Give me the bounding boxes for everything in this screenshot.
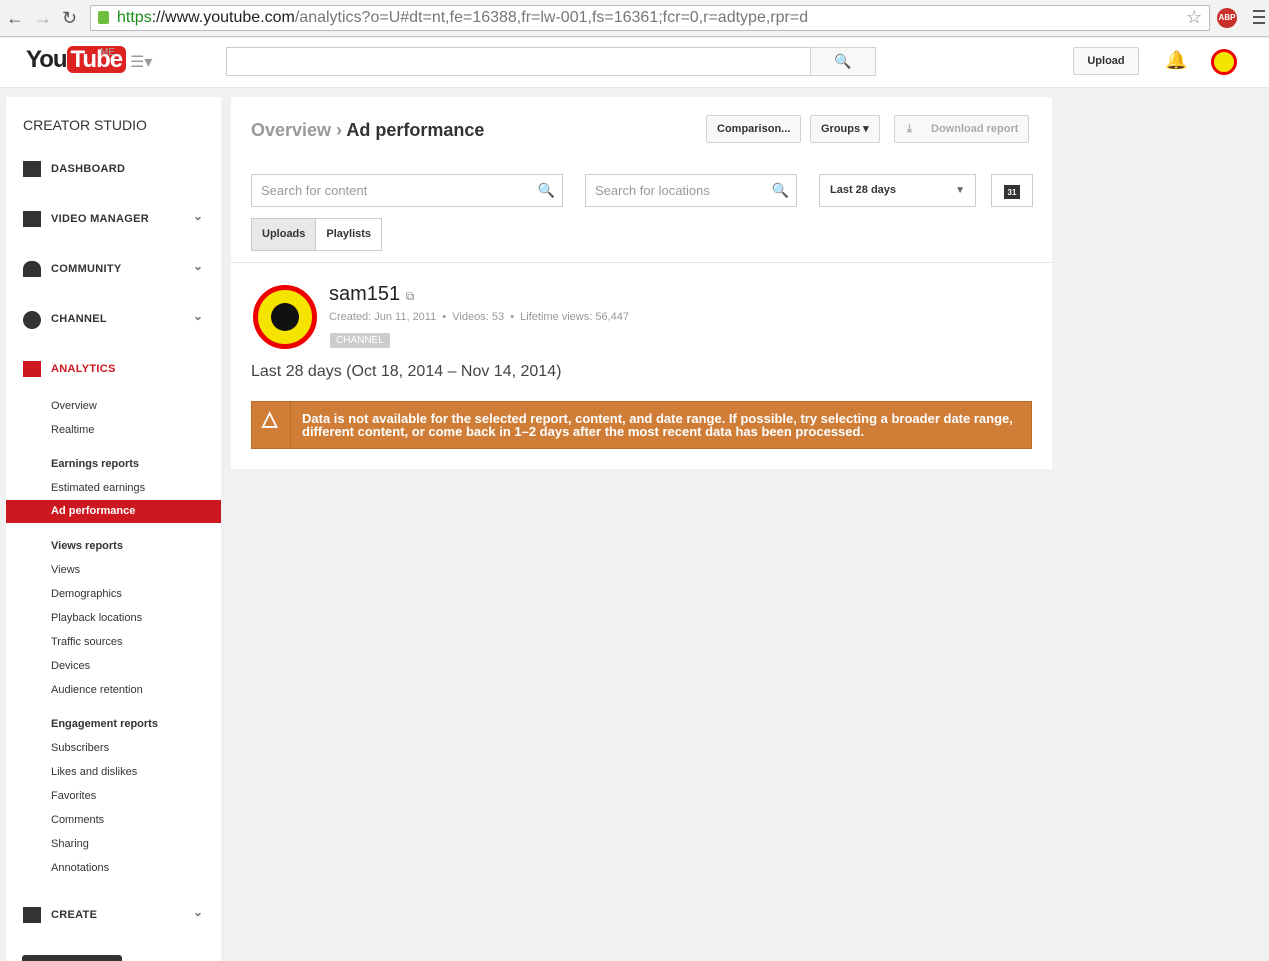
search-content-input[interactable]: Search for content 🔍 bbox=[251, 174, 563, 207]
sidebar-item-realtime[interactable]: Realtime bbox=[6, 419, 221, 441]
creator-studio-title: CREATOR STUDIO bbox=[23, 117, 147, 133]
sidebar-video-manager[interactable]: VIDEO MANAGER ⌄ bbox=[6, 204, 221, 234]
sidebar-item-annotations[interactable]: Annotations bbox=[6, 857, 221, 879]
download-icon: ⤓ bbox=[907, 123, 912, 135]
content-type-tabs: Uploads Playlists bbox=[251, 218, 383, 251]
adblock-icon[interactable]: ABP bbox=[1217, 8, 1237, 28]
chevron-down-icon[interactable]: ⌄ bbox=[193, 905, 203, 919]
video-camera-icon bbox=[23, 907, 41, 923]
sidebar-item-comments[interactable]: Comments bbox=[6, 809, 221, 831]
date-range-label: Last 28 days (Oct 18, 2014 – Nov 14, 201… bbox=[251, 363, 562, 380]
tab-uploads[interactable]: Uploads bbox=[252, 219, 317, 250]
dropdown-arrow-icon: ▼ bbox=[955, 185, 965, 196]
download-report-button[interactable]: ⤓ Download report bbox=[894, 115, 1030, 143]
sidebar-item-engagement-reports[interactable]: Engagement reports bbox=[6, 713, 221, 735]
sidebar: CREATOR STUDIO DASHBOARD VIDEO MANAGER ⌄ … bbox=[6, 97, 221, 961]
guide-menu-icon[interactable]: ☰▾ bbox=[130, 52, 152, 72]
sidebar-item-devices[interactable]: Devices bbox=[6, 655, 221, 677]
sidebar-dashboard[interactable]: DASHBOARD bbox=[6, 154, 221, 184]
divider bbox=[231, 262, 1052, 263]
analytics-icon bbox=[23, 361, 41, 377]
bookmark-star-icon[interactable]: ☆ bbox=[1186, 7, 1202, 28]
sidebar-item-views[interactable]: Views bbox=[6, 559, 221, 581]
channel-badge: CHANNEL bbox=[330, 333, 390, 348]
sidebar-channel[interactable]: CHANNEL ⌄ bbox=[6, 304, 221, 334]
sidebar-item-demographics[interactable]: Demographics bbox=[6, 583, 221, 605]
account-avatar[interactable] bbox=[1211, 49, 1237, 75]
warning-icon: △ bbox=[262, 408, 278, 430]
sidebar-item-overview[interactable]: Overview bbox=[6, 395, 221, 417]
video-manager-icon bbox=[23, 211, 41, 227]
forward-icon[interactable]: → bbox=[34, 8, 52, 29]
sidebar-item-subscribers[interactable]: Subscribers bbox=[6, 737, 221, 759]
sidebar-item-audience-retention[interactable]: Audience retention bbox=[6, 679, 221, 701]
browser-toolbar: ← → ↻ https://www.youtube.com/analytics?… bbox=[0, 0, 1269, 37]
sidebar-item-playback-locations[interactable]: Playback locations bbox=[6, 607, 221, 629]
channel-avatar bbox=[253, 285, 317, 349]
no-data-alert: △ Data is not available for the selected… bbox=[251, 401, 1032, 449]
search-icon: 🔍 bbox=[771, 182, 789, 198]
channel-icon bbox=[23, 311, 41, 329]
community-icon bbox=[23, 261, 41, 277]
groups-button[interactable]: Groups ▾ bbox=[810, 115, 880, 143]
breadcrumb: Overview › Ad performance bbox=[251, 120, 485, 140]
sidebar-item-earnings-reports[interactable]: Earnings reports bbox=[6, 453, 221, 475]
sidebar-item-traffic-sources[interactable]: Traffic sources bbox=[6, 631, 221, 653]
calendar-button[interactable]: 31 bbox=[991, 174, 1033, 207]
search-locations-input[interactable]: Search for locations 🔍 bbox=[585, 174, 797, 207]
back-icon[interactable]: ← bbox=[6, 8, 24, 29]
page-title: Ad performance bbox=[346, 120, 485, 140]
breadcrumb-overview[interactable]: Overview bbox=[251, 120, 331, 140]
sidebar-item-views-reports[interactable]: Views reports bbox=[6, 535, 221, 557]
chevron-down-icon[interactable]: ⌄ bbox=[193, 259, 203, 273]
date-range-select[interactable]: Last 28 days ▼ bbox=[819, 174, 976, 207]
browser-menu-icon[interactable] bbox=[1253, 10, 1265, 24]
sidebar-item-sharing[interactable]: Sharing bbox=[6, 833, 221, 855]
sidebar-create[interactable]: CREATE ⌄ bbox=[6, 900, 221, 930]
chevron-down-icon[interactable]: ⌄ bbox=[193, 309, 203, 323]
search-icon: 🔍 bbox=[537, 182, 555, 198]
sidebar-analytics[interactable]: ANALYTICS bbox=[6, 354, 221, 384]
logo-me-label: ME bbox=[100, 47, 115, 58]
search-input[interactable] bbox=[226, 47, 811, 76]
sidebar-item-likes-dislikes[interactable]: Likes and dislikes bbox=[6, 761, 221, 783]
main-panel: Overview › Ad performance Comparison... … bbox=[231, 97, 1052, 469]
sidebar-item-favorites[interactable]: Favorites bbox=[6, 785, 221, 807]
sidebar-item-ad-performance[interactable]: Ad performance bbox=[6, 500, 221, 523]
dashboard-icon bbox=[23, 161, 41, 177]
chevron-down-icon[interactable]: ⌄ bbox=[193, 209, 203, 223]
reload-icon[interactable]: ↻ bbox=[62, 8, 77, 29]
sidebar-community[interactable]: COMMUNITY ⌄ bbox=[6, 254, 221, 284]
channel-name[interactable]: sam151 ⧉ bbox=[329, 283, 414, 306]
lock-icon bbox=[98, 11, 109, 24]
sidebar-bottom-button[interactable] bbox=[22, 955, 122, 961]
upload-button[interactable]: Upload bbox=[1073, 47, 1139, 75]
tab-playlists[interactable]: Playlists bbox=[316, 219, 381, 250]
channel-meta: Created: Jun 11, 2011 • Videos: 53 • Lif… bbox=[329, 311, 629, 323]
masthead: You Tube ME ☰▾ 🔍 Upload 🔔 bbox=[0, 38, 1269, 88]
sidebar-item-estimated-earnings[interactable]: Estimated earnings bbox=[6, 477, 221, 499]
notifications-bell-icon[interactable]: 🔔 bbox=[1165, 50, 1187, 71]
address-bar[interactable]: https://www.youtube.com/analytics?o=U#dt… bbox=[90, 5, 1210, 31]
search-button[interactable]: 🔍 bbox=[810, 47, 876, 76]
calendar-icon: 31 bbox=[1004, 185, 1020, 199]
external-link-icon: ⧉ bbox=[405, 289, 415, 303]
comparison-button[interactable]: Comparison... bbox=[706, 115, 802, 143]
